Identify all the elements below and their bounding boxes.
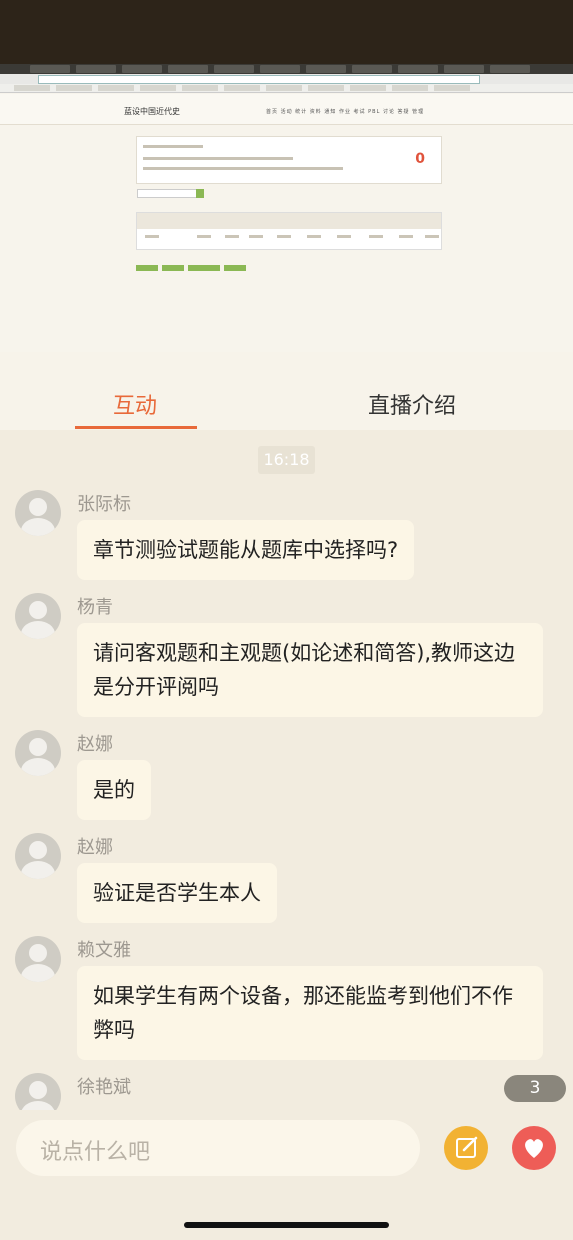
avatar[interactable]: [15, 936, 61, 982]
chat-username: 杨青: [77, 597, 113, 618]
exam-panel: 0: [136, 136, 442, 184]
heart-icon: [525, 1139, 543, 1158]
chat-username: 赖文雅: [77, 940, 131, 961]
chat-username: 徐艳斌: [77, 1077, 131, 1098]
chat-username: 张际标: [77, 494, 131, 515]
chat-timestamp: 16:18: [258, 446, 315, 474]
chat-bubble: 如果学生有两个设备，那还能监考到他们不作弊吗: [77, 966, 543, 1060]
chat-bubble: 是的: [77, 760, 151, 820]
browser-address-bar: [0, 74, 573, 84]
comment-input-placeholder: 说点什么吧: [40, 1140, 151, 1165]
chat-bubble: 验证是否学生本人: [77, 863, 277, 923]
course-nav: 首页 活动 统计 资料 通知 作业 考试 PBL 讨论 答疑 管理: [266, 109, 425, 115]
chat-bubble: 请问客观题和主观题(如论述和简答),教师这边是分开评阅吗: [77, 623, 543, 717]
comment-input[interactable]: 说点什么吧: [16, 1120, 420, 1176]
avatar[interactable]: [15, 1073, 61, 1110]
chat-username: 赵娜: [77, 734, 113, 755]
home-indicator: [184, 1222, 389, 1228]
bookmarks-bar: [0, 84, 573, 93]
active-tab-indicator: [75, 426, 197, 429]
video-search-button: [196, 189, 204, 198]
avatar[interactable]: [15, 833, 61, 879]
score-value: 0: [415, 151, 425, 167]
chat-bubble: 章节测验试题能从题库中选择吗?: [77, 520, 415, 580]
unread-count-badge[interactable]: 3: [504, 1075, 566, 1102]
tab-interaction[interactable]: 互动: [113, 388, 157, 420]
like-button[interactable]: [512, 1126, 556, 1170]
browser-tabs: [0, 64, 573, 74]
course-title: 蓝设中国近代史: [124, 107, 180, 116]
chat-username: 赵娜: [77, 837, 113, 858]
avatar[interactable]: [15, 593, 61, 639]
video-search-box: [137, 189, 199, 198]
course-page-header: 蓝设中国近代史 首页 活动 统计 资料 通知 作业 考试 PBL 讨论 答疑 管…: [0, 94, 573, 125]
edit-button[interactable]: [444, 1126, 488, 1170]
edit-icon: [456, 1136, 478, 1158]
bottom-input-bar: 说点什么吧: [0, 1110, 573, 1240]
chat-list[interactable]: 16:18 张际标 章节测验试题能从题库中选择吗? 杨青 请问客观题和主观题(如…: [0, 430, 573, 1110]
tab-bar: 互动 直播介绍: [0, 352, 573, 430]
tab-live-intro[interactable]: 直播介绍: [368, 388, 456, 420]
video-button-row: [136, 256, 250, 275]
avatar[interactable]: [15, 730, 61, 776]
live-video[interactable]: 蓝设中国近代史 首页 活动 统计 资料 通知 作业 考试 PBL 讨论 答疑 管…: [0, 64, 573, 352]
status-bar: [0, 0, 573, 64]
exam-table: [136, 212, 442, 250]
avatar[interactable]: [15, 490, 61, 536]
